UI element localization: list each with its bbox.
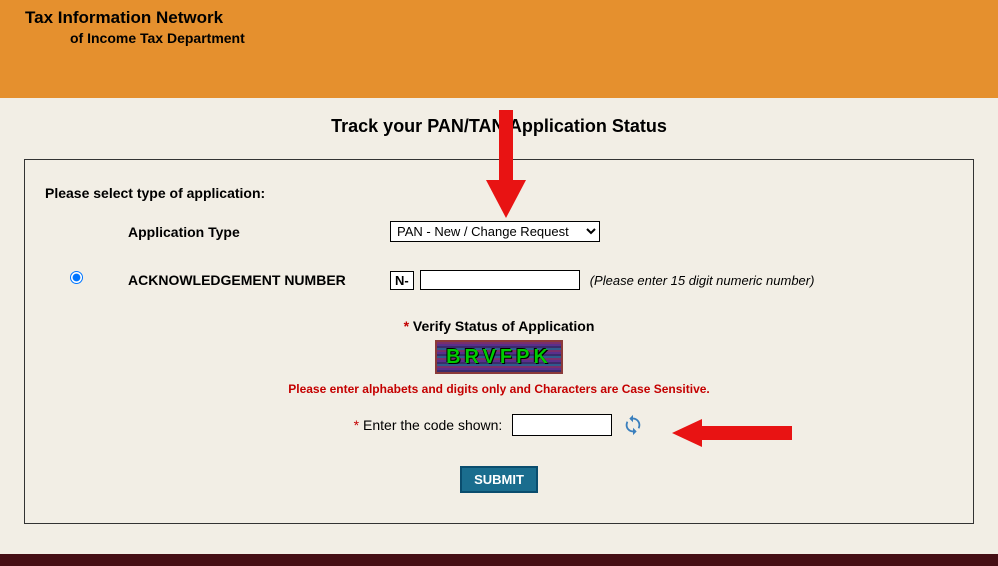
ack-label: ACKNOWLEDGEMENT NUMBER	[100, 272, 390, 288]
header-title: Tax Information Network	[25, 8, 998, 28]
ack-hint: (Please enter 15 digit numeric number)	[590, 273, 815, 288]
captcha-input[interactable]	[512, 414, 612, 436]
annotation-arrow-left-icon	[672, 419, 792, 447]
ack-prefix: N-	[390, 271, 414, 290]
captcha-warning: Please enter alphabets and digits only a…	[45, 382, 953, 396]
ack-radio[interactable]	[70, 271, 83, 284]
application-type-select[interactable]: PAN - New / Change Request	[390, 221, 600, 242]
captcha-input-label: * Enter the code shown:	[354, 417, 503, 433]
submit-button[interactable]: SUBMIT	[460, 466, 538, 493]
ack-number-input[interactable]	[420, 270, 580, 290]
header-subtitle: of Income Tax Department	[70, 30, 998, 46]
application-type-label: Application Type	[100, 224, 390, 240]
verify-title: * Verify Status of Application	[45, 318, 953, 334]
header: Tax Information Network of Income Tax De…	[0, 0, 998, 98]
captcha-image: BRVFPK	[435, 340, 563, 374]
footer-bar	[0, 554, 998, 566]
refresh-icon[interactable]	[622, 414, 644, 436]
annotation-arrow-down-icon	[486, 110, 526, 220]
